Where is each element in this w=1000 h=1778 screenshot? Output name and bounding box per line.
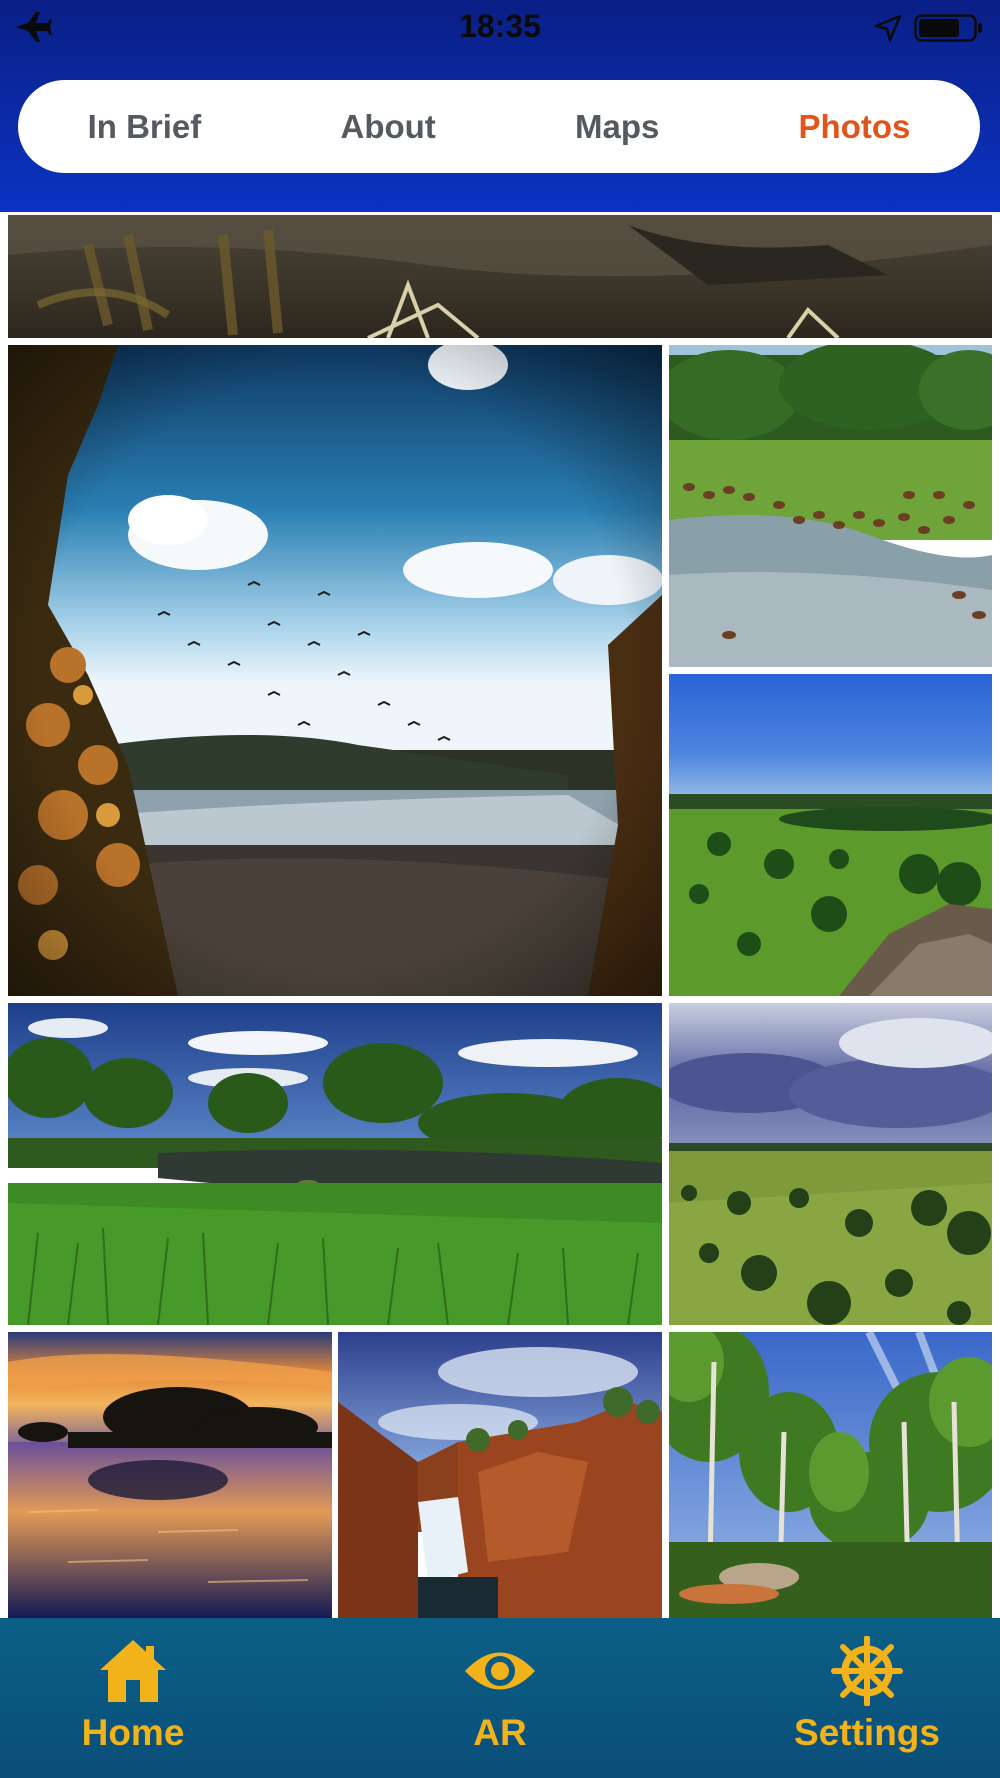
tab-maps[interactable]: Maps [555,98,679,156]
battery-icon [914,14,982,42]
photo-tile-geese-wetland[interactable] [669,345,992,667]
photo-tile-rock-art[interactable] [8,215,992,338]
status-time: 18:35 [459,8,541,44]
photos-screen: 18:35 In Brief About Maps Photos Home AR… [0,0,1000,1778]
tab-photos[interactable]: Photos [779,98,931,156]
photo-tile-waterfall[interactable] [338,1332,662,1618]
status-bar: 18:35 [0,0,1000,56]
tab-home[interactable]: Home [33,1636,233,1754]
photo-tile-savanna[interactable] [669,674,992,996]
eye-icon [465,1652,535,1690]
ship-wheel-icon [831,1636,903,1706]
segmented-tabs: In Brief About Maps Photos [18,80,980,173]
photo-tile-storm-grassland[interactable] [669,1003,992,1325]
tab-settings[interactable]: Settings [767,1636,967,1754]
header: 18:35 In Brief About Maps Photos [0,0,1000,212]
photo-tile-birds-river[interactable] [8,345,662,996]
tab-settings-label: Settings [794,1712,940,1753]
tab-ar[interactable]: AR [400,1636,600,1754]
photo-tile-sunset-water[interactable] [8,1332,332,1618]
tab-home-label: Home [81,1712,185,1753]
location-arrow-icon [874,14,902,42]
photo-grid [0,212,1000,1618]
bottom-tab-bar: Home AR Settings [0,1618,1000,1778]
tab-about[interactable]: About [320,98,455,156]
home-icon [100,1640,166,1702]
photo-tile-lagoon[interactable] [8,1003,662,1325]
tab-ar-label: AR [473,1712,527,1753]
tab-in-brief[interactable]: In Brief [68,98,222,156]
photo-tile-forest[interactable] [669,1332,992,1618]
